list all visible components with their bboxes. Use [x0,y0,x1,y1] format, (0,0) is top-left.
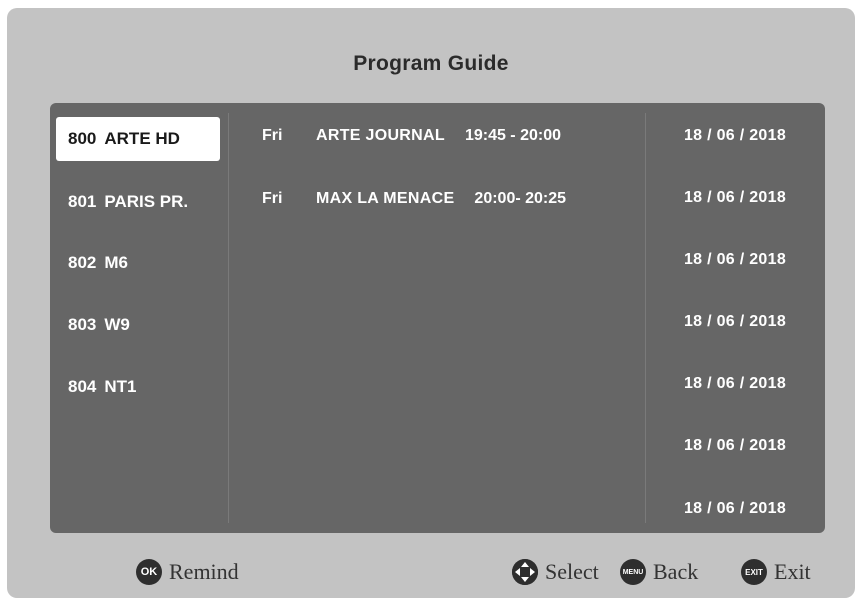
remind-label: Remind [169,559,239,584]
date-label: 18 / 06 / 2018 [683,437,787,454]
channel-item-804[interactable]: 804 NT1 [56,365,220,409]
date-label: 18 / 06 / 2018 [683,313,787,330]
ok-key-icon: OK [136,559,162,585]
channel-name: W9 [104,315,130,334]
select-label: Select [545,559,599,584]
event-name: ARTE JOURNAL [316,127,445,144]
exit-hint[interactable]: EXIT Exit [741,556,815,588]
channel-name: NT1 [104,377,137,396]
channel-number: 802 [68,253,97,272]
event-row[interactable]: Fri MAX LA MENACE 20:00- 20:25 [262,187,566,211]
channel-name: PARIS PR. [104,192,189,211]
date-label: 18 / 06 / 2018 [683,127,787,144]
channel-number: 803 [68,315,97,334]
event-day: Fri [262,127,283,144]
channel-number: 804 [68,377,97,396]
date-label: 18 / 06 / 2018 [683,189,787,206]
column-divider [645,113,646,523]
date-label: 18 / 06 / 2018 [683,500,787,517]
channel-item-800[interactable]: 800 ARTE HD [56,117,220,161]
channel-number: 800 [68,129,97,148]
event-name: MAX LA MENACE [316,190,455,207]
channel-item-801[interactable]: 801 PARIS PR. [56,180,220,224]
guide-panel: 800 ARTE HD 801 PARIS PR. 802 M6 803 W9 … [50,103,825,533]
column-divider [228,113,229,523]
channel-item-802[interactable]: 802 M6 [56,241,220,285]
event-row[interactable]: Fri ARTE JOURNAL 19:45 - 20:00 [262,124,561,148]
back-label: Back [653,559,699,584]
event-time: 20:00- 20:25 [474,190,567,207]
channel-number: 801 [68,192,97,211]
event-day: Fri [262,190,283,207]
date-label: 18 / 06 / 2018 [683,251,787,268]
remind-hint[interactable]: OK Remind [136,556,243,588]
navigation-pad-icon [512,559,538,585]
channel-name: M6 [104,253,128,272]
exit-label: Exit [774,559,811,584]
channel-item-803[interactable]: 803 W9 [56,303,220,347]
channel-name: ARTE HD [104,129,180,148]
date-label: 18 / 06 / 2018 [683,375,787,392]
back-hint[interactable]: MENU Back [620,556,702,588]
event-time: 19:45 - 20:00 [464,127,561,144]
menu-key-icon: MENU [620,559,646,585]
select-hint[interactable]: Select [512,556,603,588]
exit-key-icon: EXIT [741,559,767,585]
page-title: Program Guide [353,52,509,75]
